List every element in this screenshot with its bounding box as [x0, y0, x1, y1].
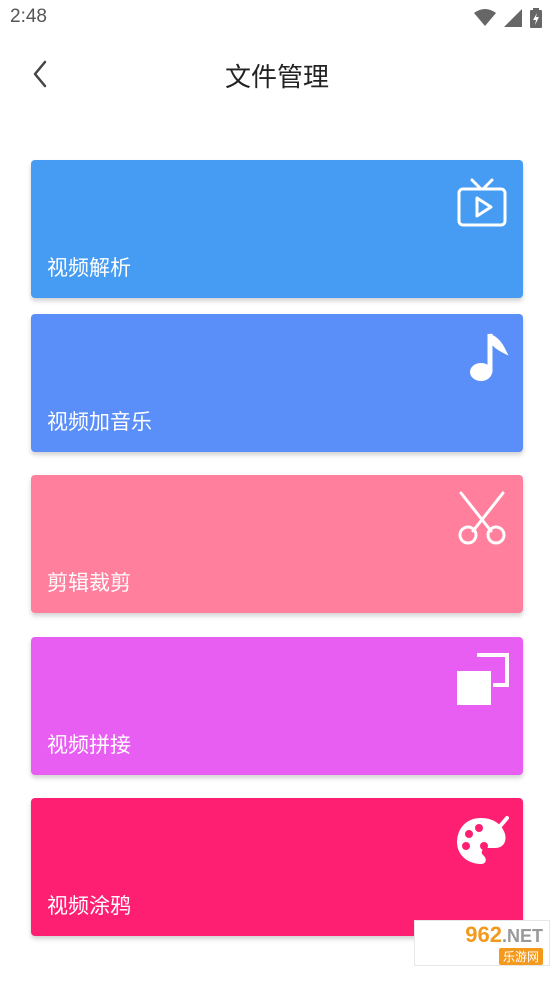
card-video-parse[interactable]: 视频解析	[31, 160, 523, 298]
battery-icon	[530, 8, 542, 28]
watermark-sub: 乐游网	[498, 947, 543, 965]
card-label: 视频加音乐	[47, 410, 152, 434]
app-header: 文件管理	[0, 44, 554, 108]
music-note-icon	[470, 333, 509, 381]
status-icons	[474, 8, 542, 28]
status-bar: 2:48	[0, 0, 554, 38]
card-cut-trim[interactable]: 剪辑裁剪	[31, 475, 523, 613]
tv-play-icon	[457, 178, 507, 227]
card-label: 剪辑裁剪	[47, 571, 131, 595]
page-title: 文件管理	[224, 63, 329, 93]
card-add-music[interactable]: 视频加音乐	[31, 314, 523, 452]
palette-icon	[457, 816, 509, 864]
card-label: 视频涂鸦	[47, 894, 131, 918]
wifi-icon	[474, 9, 496, 26]
card-label: 视频拼接	[47, 733, 131, 757]
scissors-icon	[458, 491, 506, 545]
overlap-squares-icon	[457, 653, 509, 705]
card-video-graffiti[interactable]: 视频涂鸦	[31, 798, 523, 936]
card-label: 视频解析	[47, 256, 131, 280]
card-video-stitch[interactable]: 视频拼接	[31, 637, 523, 775]
status-time: 2:48	[10, 6, 47, 27]
watermark-suffix: .NET	[501, 925, 543, 946]
watermark-logo: 962.NET 乐游网	[414, 920, 550, 966]
watermark-main: 962.NET	[465, 922, 543, 948]
signal-icon	[504, 9, 522, 27]
watermark-number: 962	[465, 921, 502, 947]
